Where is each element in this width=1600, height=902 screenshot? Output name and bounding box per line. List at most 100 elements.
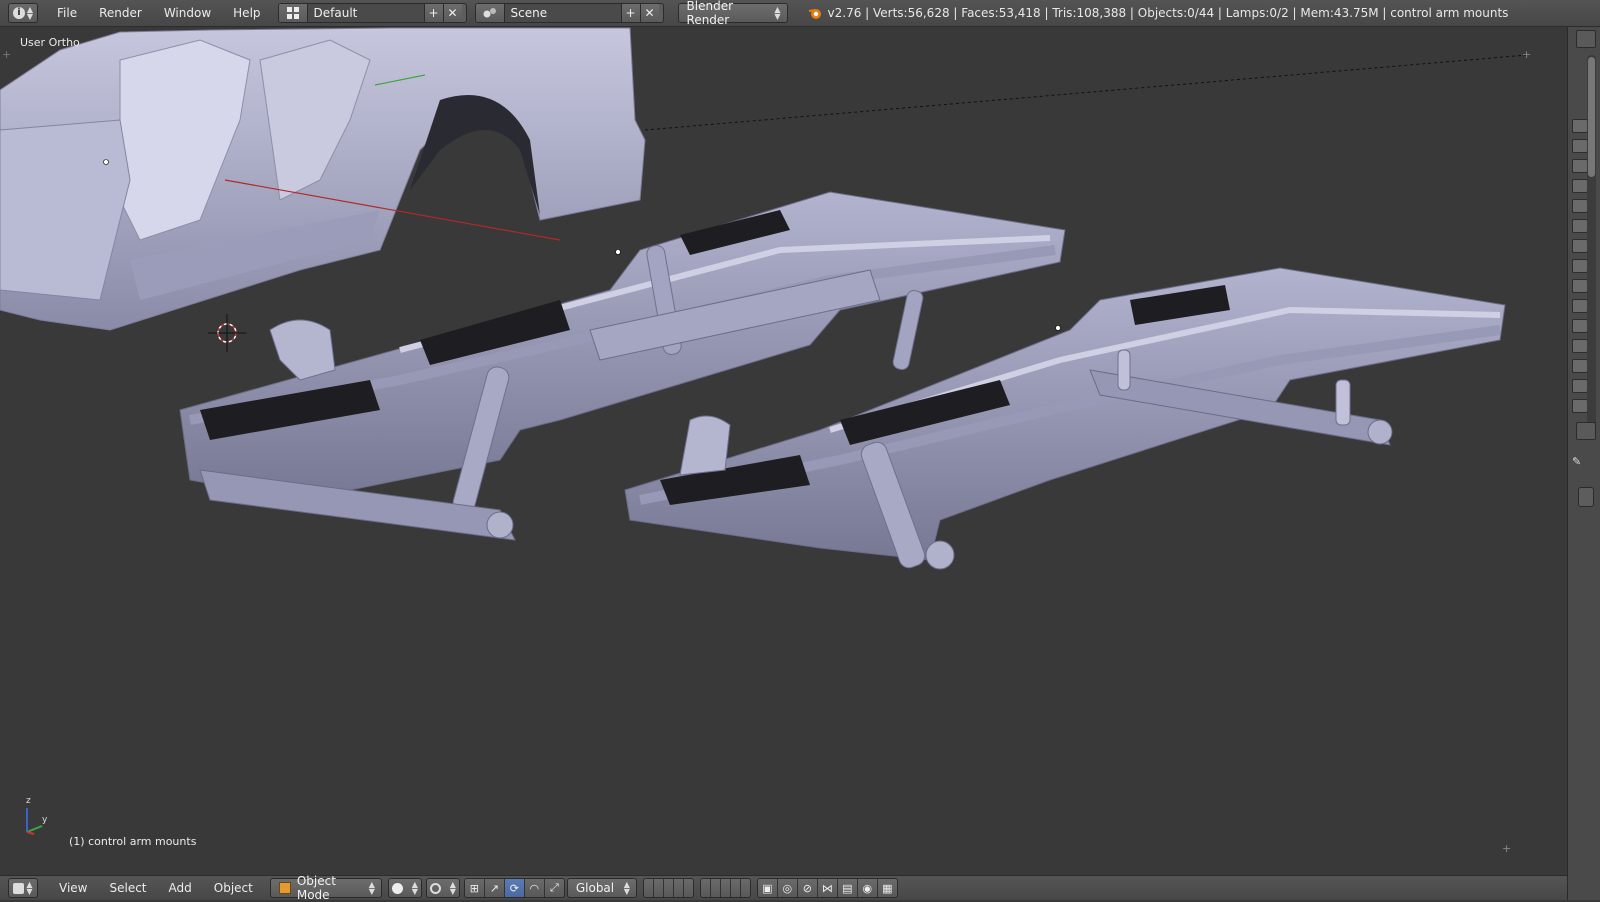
camera-icon[interactable] bbox=[1572, 159, 1588, 173]
camera-icon[interactable] bbox=[1572, 299, 1588, 313]
camera-icon[interactable] bbox=[1572, 259, 1588, 273]
layer-button[interactable] bbox=[710, 879, 721, 897]
transform-manipulator-icon[interactable]: ⤢ bbox=[544, 879, 564, 897]
menu-render[interactable]: Render bbox=[88, 6, 153, 20]
editor-type-button[interactable]: i ▲ ▼ bbox=[8, 3, 38, 23]
camera-icon[interactable] bbox=[1572, 399, 1588, 413]
axis-gizmo bbox=[26, 808, 43, 835]
axis-label-z: z bbox=[26, 796, 31, 806]
outliner-scrollbar[interactable] bbox=[1587, 55, 1596, 435]
pivot-icon bbox=[429, 882, 441, 894]
layer-button[interactable] bbox=[683, 879, 693, 897]
add-layout-icon[interactable]: + bbox=[423, 4, 443, 22]
menu-view[interactable]: View bbox=[48, 881, 98, 895]
camera-icon[interactable] bbox=[1572, 379, 1588, 393]
scroll-arrows-icon[interactable] bbox=[1578, 487, 1594, 507]
menu-file[interactable]: File bbox=[46, 6, 88, 20]
outliner-editor-icon[interactable] bbox=[1576, 30, 1596, 48]
layer-button[interactable] bbox=[653, 879, 664, 897]
rotate-manipulator-icon[interactable]: ⟳ bbox=[504, 879, 525, 897]
camera-icon[interactable] bbox=[1572, 319, 1588, 333]
menu-add[interactable]: Add bbox=[158, 881, 203, 895]
object-mode-icon bbox=[278, 882, 291, 894]
region-corner-plus-icon: + bbox=[2, 48, 11, 61]
chevron-updown-icon: ▲ ▼ bbox=[449, 880, 456, 896]
axis-label-y: y bbox=[42, 815, 48, 825]
camera-icon[interactable] bbox=[1572, 199, 1588, 213]
camera-icon[interactable] bbox=[1572, 139, 1588, 153]
layer-button[interactable] bbox=[740, 879, 750, 897]
scene-icon[interactable] bbox=[475, 4, 505, 22]
layers-group-1[interactable] bbox=[642, 878, 694, 898]
chevron-updown-icon: ▲ ▼ bbox=[623, 880, 630, 896]
layers-group-2[interactable] bbox=[699, 878, 751, 898]
add-scene-icon[interactable]: + bbox=[620, 4, 640, 22]
translate-manipulator-icon[interactable]: ↗ bbox=[484, 879, 505, 897]
menu-object[interactable]: Object bbox=[203, 881, 264, 895]
layer-button[interactable] bbox=[663, 879, 674, 897]
manipulator-group[interactable]: ⊞ ↗ ⟳ ◠ ⤢ bbox=[463, 878, 565, 898]
orientation-label: Global bbox=[575, 881, 615, 895]
close-scene-icon[interactable]: ✕ bbox=[639, 4, 659, 22]
layer-button[interactable] bbox=[720, 879, 731, 897]
lock-layers-icon[interactable]: ▣ bbox=[757, 879, 778, 897]
info-icon: i bbox=[12, 7, 25, 19]
scene-statistics: v2.76 | Verts:56,628 | Faces:53,418 | Tr… bbox=[827, 6, 1509, 20]
camera-icon[interactable] bbox=[1572, 279, 1588, 293]
3d-view-editor-icon bbox=[13, 882, 25, 894]
close-layout-icon[interactable]: ✕ bbox=[442, 4, 462, 22]
chevron-updown-icon: ▲ ▼ bbox=[26, 880, 33, 896]
layer-button[interactable] bbox=[700, 879, 711, 897]
chevron-updown-icon: ▲ ▼ bbox=[411, 880, 418, 896]
3d-scene-render: + + + bbox=[0, 27, 1531, 855]
screen-layout-selector[interactable]: Default + ✕ bbox=[277, 3, 467, 23]
info-header: i ▲ ▼ File Render Window Help Default + ✕… bbox=[0, 0, 1600, 27]
render-preview-icon[interactable]: ▤ bbox=[837, 879, 858, 897]
scale-manipulator-icon[interactable]: ◠ bbox=[524, 879, 545, 897]
camera-icon[interactable] bbox=[1572, 239, 1588, 253]
menu-help[interactable]: Help bbox=[222, 6, 271, 20]
opengl-animation-icon[interactable]: ▦ bbox=[877, 879, 897, 897]
3d-viewport[interactable]: + + + User Ortho z y (1) control arm mou… bbox=[0, 27, 1567, 855]
chevron-updown-icon: ▲ ▼ bbox=[368, 880, 375, 896]
layout-name-field[interactable]: Default bbox=[307, 4, 424, 22]
3d-cursor-icon bbox=[208, 314, 246, 352]
snap-element-icon[interactable]: ⋈ bbox=[817, 879, 838, 897]
menu-select[interactable]: Select bbox=[98, 881, 157, 895]
layer-button[interactable] bbox=[643, 879, 654, 897]
properties-editor-icon[interactable] bbox=[1576, 422, 1596, 440]
menu-window[interactable]: Window bbox=[153, 6, 222, 20]
camera-icon[interactable] bbox=[1572, 219, 1588, 233]
region-corner-plus-icon: + bbox=[1522, 48, 1531, 61]
opengl-render-icon[interactable]: ◉ bbox=[857, 879, 878, 897]
viewport-shading-dropdown[interactable]: ▲ ▼ bbox=[387, 878, 422, 898]
camera-icon[interactable] bbox=[1572, 339, 1588, 353]
render-engine-label: Blender Render bbox=[686, 0, 734, 27]
camera-dashed-line bbox=[644, 54, 1528, 131]
render-engine-dropdown[interactable]: Blender Render ▲ ▼ bbox=[677, 0, 788, 27]
snap-toggle-icon[interactable]: ⊘ bbox=[797, 879, 818, 897]
transform-orientation-dropdown[interactable]: Global ▲ ▼ bbox=[566, 878, 637, 898]
camera-icon[interactable] bbox=[1572, 179, 1588, 193]
right-side-panel: ✎ bbox=[1567, 27, 1600, 900]
chevron-updown-icon: ▲ ▼ bbox=[774, 5, 781, 21]
scene-selector[interactable]: Scene + ✕ bbox=[474, 3, 664, 23]
layer-button[interactable] bbox=[730, 879, 741, 897]
view-options-group[interactable]: ▣ ◎ ⊘ ⋈ ▤ ◉ ▦ bbox=[756, 878, 898, 898]
solid-shading-icon bbox=[391, 882, 403, 894]
layout-grid-icon[interactable] bbox=[278, 4, 308, 22]
car-body-mesh[interactable] bbox=[0, 27, 646, 331]
manipulator-toggle-icon[interactable]: ⊞ bbox=[464, 879, 485, 897]
camera-icon[interactable] bbox=[1572, 119, 1588, 133]
scrollbar-thumb[interactable] bbox=[1588, 57, 1595, 177]
editor-type-button[interactable]: ▲ ▼ bbox=[8, 878, 38, 898]
lamp-point-icon bbox=[103, 159, 109, 165]
interaction-mode-dropdown[interactable]: Object Mode ▲ ▼ bbox=[269, 874, 382, 902]
scene-name-field[interactable]: Scene bbox=[504, 4, 621, 22]
layer-button[interactable] bbox=[673, 879, 684, 897]
pivot-point-dropdown[interactable]: ▲ ▼ bbox=[425, 878, 460, 898]
pin-icon[interactable]: ✎ bbox=[1572, 455, 1596, 469]
proportional-edit-icon[interactable]: ◎ bbox=[777, 879, 798, 897]
mode-label: Object Mode bbox=[296, 874, 336, 902]
camera-icon[interactable] bbox=[1572, 359, 1588, 373]
